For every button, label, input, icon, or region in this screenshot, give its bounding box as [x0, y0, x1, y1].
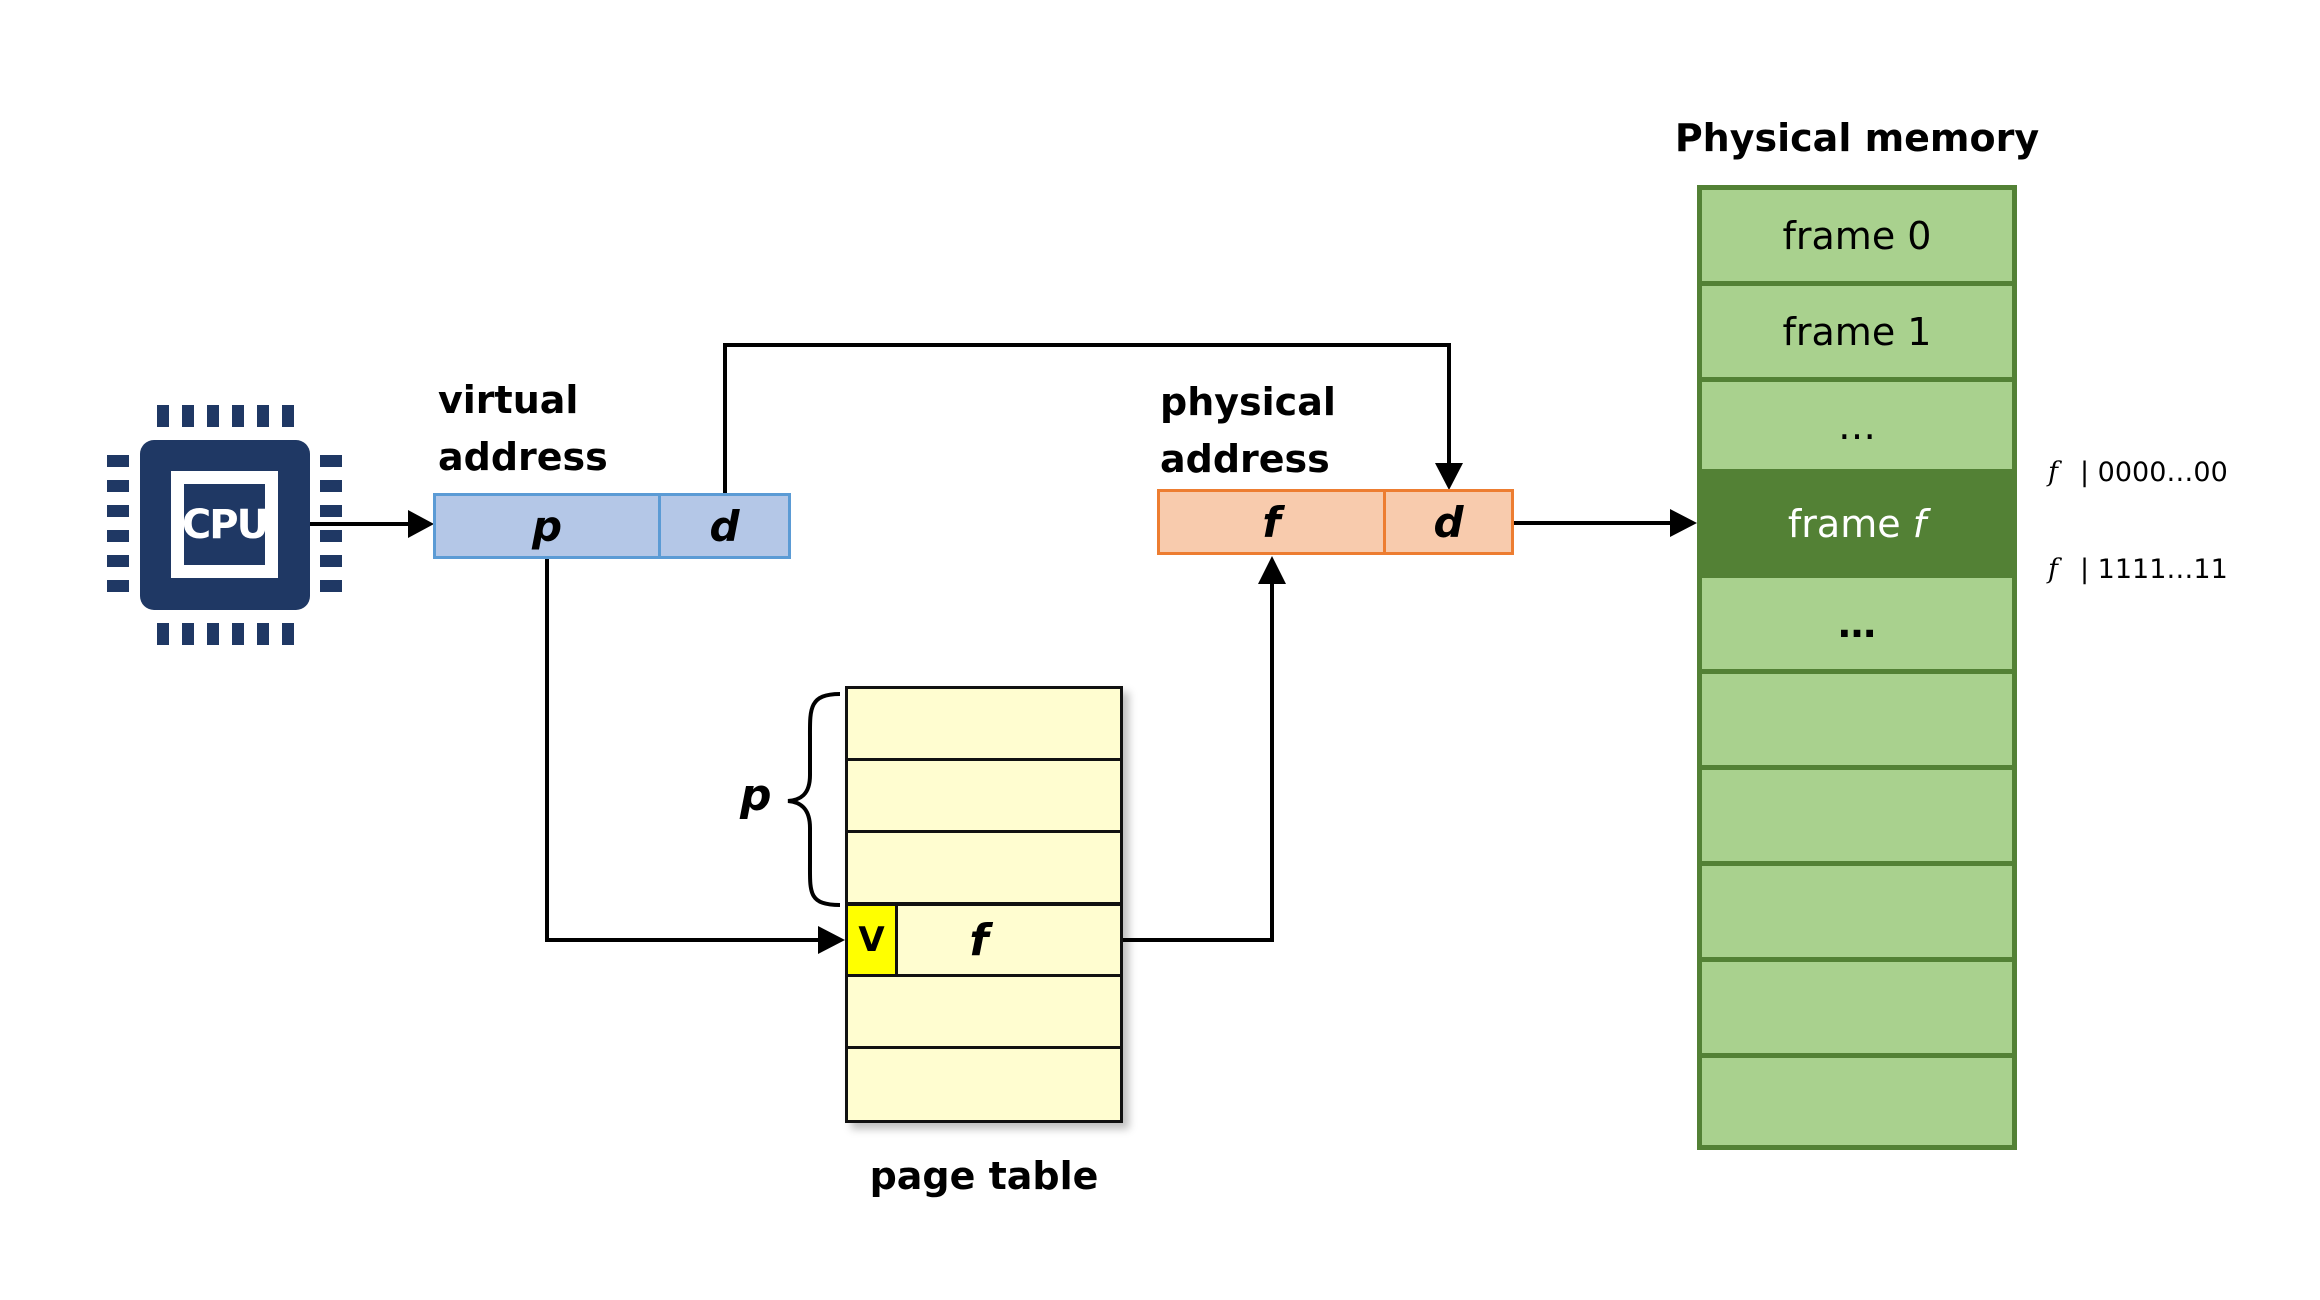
virtual-page-field: p: [433, 493, 661, 559]
memory-frame: [1702, 770, 2012, 866]
cpu-pin: [107, 480, 129, 492]
cpu-pin: [182, 623, 194, 645]
memory-frame: …: [1702, 578, 2012, 674]
physical-address-label-line2: address: [1160, 437, 1330, 481]
frame-end-offset: | 1111…11: [2080, 554, 2228, 585]
virtual-address-label-line1: virtual: [438, 378, 579, 422]
frame-start-var: f: [2048, 457, 2058, 488]
memory-frame: frame 1: [1702, 286, 2012, 382]
frame-number-path: [1123, 582, 1274, 942]
cpu-pin: [107, 455, 129, 467]
page-table-row: [848, 977, 1120, 1049]
page-table: V f: [845, 686, 1123, 1123]
cpu-pin: [182, 405, 194, 427]
cpu-pin: [232, 623, 244, 645]
physical-frame-field: f: [1157, 489, 1386, 555]
cpu-pin: [107, 505, 129, 517]
valid-bit: V: [848, 906, 898, 974]
page-table-row: [848, 833, 1120, 905]
memory-frame: …: [1702, 382, 2012, 474]
cpu-pin: [320, 555, 342, 567]
cpu-pin: [320, 505, 342, 517]
page-number-arrowhead: [818, 926, 845, 954]
page-table-entry-selected: V f: [848, 903, 1120, 977]
cpu-pin: [157, 623, 169, 645]
physical-offset-field: d: [1383, 489, 1514, 555]
cpu-to-virtual-arrowhead: [408, 510, 434, 538]
cpu-pin: [207, 405, 219, 427]
page-table-label: page table: [869, 1154, 1099, 1198]
virtual-address-label-line2: address: [438, 435, 608, 479]
cpu-pin: [207, 623, 219, 645]
cpu-pin: [107, 530, 129, 542]
physical-address-label-line1: physical: [1160, 380, 1336, 424]
memory-frame: [1702, 674, 2012, 770]
cpu-pin: [107, 555, 129, 567]
page-table-row: [848, 1049, 1120, 1120]
cpu-pin: [257, 623, 269, 645]
cpu-pin: [282, 623, 294, 645]
page-table-row: [848, 689, 1120, 761]
cpu-pin: [320, 530, 342, 542]
cpu-pin: [320, 580, 342, 592]
physical-address-label: physical address: [1160, 374, 1336, 488]
memory-frame: frame 0: [1702, 190, 2012, 286]
page-table-row: [848, 761, 1120, 833]
offset-d-arrowhead: [1435, 463, 1463, 490]
virtual-page-letter: p: [531, 501, 563, 551]
frame-number-arrowhead: [1258, 556, 1286, 584]
frame-start-address: f | 0000…00: [2048, 457, 2228, 488]
frame-end-address: f | 1111…11: [2048, 554, 2228, 585]
memory-frame-f-label: frame f: [1787, 501, 1927, 546]
virtual-offset-field: d: [658, 493, 791, 559]
cpu-pin: [157, 405, 169, 427]
cpu-label: CPU: [181, 501, 269, 548]
physical-to-memory-arrowhead: [1670, 509, 1697, 537]
page-number-path: [545, 558, 820, 942]
cpu-pin: [320, 455, 342, 467]
cpu-pin: [320, 480, 342, 492]
memory-frame: [1702, 962, 2012, 1058]
cpu-pin: [282, 405, 294, 427]
virtual-address-label: virtual address: [438, 372, 608, 486]
cpu-pin: [232, 405, 244, 427]
frame-start-offset: | 0000…00: [2080, 457, 2228, 488]
memory-frame: [1702, 866, 2012, 962]
page-table-frame-number: f: [969, 914, 989, 966]
physical-memory-title: Physical memory: [1674, 116, 2040, 160]
virtual-offset-letter: d: [709, 501, 740, 551]
frame-end-var: f: [2048, 554, 2058, 585]
offset-d-path: [723, 343, 1451, 493]
physical-offset-letter: d: [1433, 497, 1464, 547]
memory-frame-f-var: f: [1912, 501, 1927, 546]
page-index-label: p: [740, 770, 772, 821]
physical-memory: frame 0 frame 1 … frame f …: [1697, 185, 2017, 1150]
memory-frame-highlighted: frame f: [1702, 474, 2012, 578]
memory-frame: [1702, 1058, 2012, 1150]
page-offset-brace: [787, 692, 841, 907]
cpu-pin: [257, 405, 269, 427]
cpu-body: CPU: [140, 440, 310, 610]
cpu-pin: [107, 580, 129, 592]
physical-frame-letter: f: [1262, 497, 1281, 547]
